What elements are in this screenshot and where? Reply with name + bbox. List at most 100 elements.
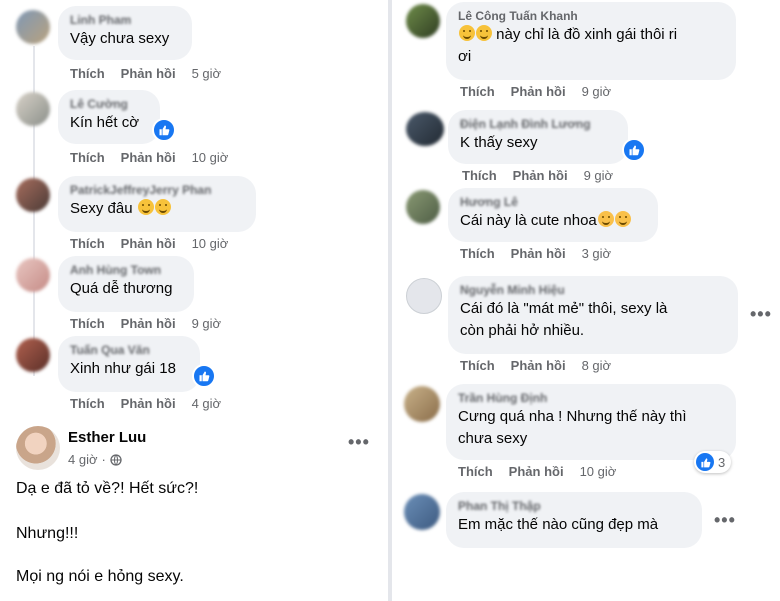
comment-time[interactable]: 4 giờ: [192, 396, 222, 411]
comment-time[interactable]: 10 giờ: [192, 236, 229, 251]
comment-bubble: Nguyễn Minh Hiệu Cái đó là "mát mẻ" thôi…: [448, 276, 738, 354]
reply-link[interactable]: Phản hồi: [121, 150, 176, 165]
globe-icon: [110, 453, 122, 466]
avatar[interactable]: [406, 4, 440, 38]
comment-actions: Thích Phản hồi 9 giờ: [460, 84, 627, 99]
like-link[interactable]: Thích: [462, 168, 497, 183]
comment-time[interactable]: 9 giờ: [584, 168, 614, 183]
post-text-line: Nhưng!!!: [16, 525, 79, 542]
comment-time[interactable]: 9 giờ: [192, 316, 222, 331]
comment-time[interactable]: 9 giờ: [582, 84, 612, 99]
like-link[interactable]: Thích: [458, 464, 493, 479]
comment-actions: Thích Phản hồi 10 giờ: [70, 150, 244, 165]
comment-text: này chỉ là đồ xinh gái thôi ri: [496, 26, 678, 43]
like-link[interactable]: Thích: [70, 66, 105, 81]
like-link[interactable]: Thích: [70, 396, 105, 411]
reaction-count[interactable]: 3: [694, 451, 732, 473]
like-link[interactable]: Thích: [70, 150, 105, 165]
reply-link[interactable]: Phản hồi: [121, 396, 176, 411]
reply-link[interactable]: Phản hồi: [511, 84, 566, 99]
commenter-name[interactable]: Nguyễn Minh Hiệu: [460, 282, 726, 298]
comment-text: Kín hết cờ: [70, 114, 140, 131]
reply-link[interactable]: Phản hồi: [511, 246, 566, 261]
post-meta: 4 giờ ·: [68, 452, 122, 467]
comment-actions: Thích Phản hồi 9 giờ: [70, 316, 237, 331]
commenter-name[interactable]: Hương Lê: [460, 194, 646, 210]
comment-text: Em mặc thế nào cũng đẹp mà: [458, 516, 659, 533]
comment-text: Quá dễ thương: [70, 280, 173, 297]
comment-text: Cái này là cute nhoa: [460, 212, 597, 229]
commenter-name[interactable]: Lê Công Tuấn Khanh: [458, 8, 724, 24]
comment-bubble: PatrickJeffreyJerry Phan Sexy đâu: [58, 176, 256, 232]
comment-actions: Thích Phản hồi 9 giờ: [462, 168, 629, 183]
comment-actions: Thích Phản hồi 4 giờ: [70, 396, 237, 411]
post-author-name[interactable]: Esther Luu: [68, 429, 146, 446]
blush-emoji-icon: [597, 211, 614, 227]
comment-actions: Thích Phản hồi 3 giờ: [460, 246, 627, 261]
avatar[interactable]: [16, 338, 50, 372]
comment-time[interactable]: 10 giờ: [580, 464, 617, 479]
like-reaction-icon[interactable]: [622, 138, 646, 162]
comment-text: Xinh như gái 18: [70, 360, 176, 377]
comment-time[interactable]: 10 giờ: [192, 150, 229, 165]
comment-text: Cưng quá nha ! Nhưng thế này thì: [458, 408, 687, 425]
reply-link[interactable]: Phản hồi: [511, 358, 566, 373]
commenter-name[interactable]: Anh Hùng Town: [70, 262, 182, 278]
like-link[interactable]: Thích: [460, 358, 495, 373]
commenter-name[interactable]: PatrickJeffreyJerry Phan: [70, 182, 244, 198]
like-link[interactable]: Thích: [460, 84, 495, 99]
comment-text: chưa sexy: [458, 430, 528, 447]
reply-link[interactable]: Phản hồi: [513, 168, 568, 183]
reply-link[interactable]: Phản hồi: [121, 66, 176, 81]
blush-emoji-icon: [614, 211, 631, 227]
comment-actions: Thích Phản hồi 10 giờ: [70, 236, 244, 251]
commenter-name[interactable]: Trần Hùng Định: [458, 390, 724, 406]
comment-text: K thấy sexy: [460, 134, 538, 151]
avatar[interactable]: [404, 494, 440, 530]
avatar[interactable]: [16, 178, 50, 212]
avatar[interactable]: [406, 112, 444, 146]
commenter-name[interactable]: Tuấn Qua Văn: [70, 342, 188, 358]
comment-bubble: Phan Thị Thập Em mặc thế nào cũng đẹp mà: [446, 492, 702, 548]
comment-text: ơi: [458, 48, 472, 65]
default-avatar-icon[interactable]: [406, 278, 442, 314]
like-link[interactable]: Thích: [460, 246, 495, 261]
avatar[interactable]: [406, 190, 440, 224]
commenter-name[interactable]: Linh Pham: [70, 12, 180, 28]
comment-bubble: Lê Công Tuấn Khanh này chỉ là đồ xinh gá…: [446, 2, 736, 80]
like-link[interactable]: Thích: [70, 236, 105, 251]
reply-link[interactable]: Phản hồi: [121, 316, 176, 331]
commenter-name[interactable]: Điện Lạnh Đình Lương: [460, 116, 616, 132]
avatar[interactable]: [16, 258, 50, 292]
more-options-icon[interactable]: •••: [714, 510, 736, 531]
thumbs-up-icon: [696, 453, 714, 471]
laughing-emoji-icon: [137, 199, 154, 215]
post-text-line: Mọi ng nói e hỏng sexy.: [16, 568, 184, 585]
comment-bubble: Lê Cường Kín hết cờ: [58, 90, 160, 144]
commenter-name[interactable]: Lê Cường: [70, 96, 148, 112]
more-options-icon[interactable]: •••: [750, 304, 772, 325]
comment-text: Sexy đâu: [70, 200, 133, 217]
reply-link[interactable]: Phản hồi: [121, 236, 176, 251]
post-time[interactable]: 4 giờ: [68, 452, 98, 467]
like-link[interactable]: Thích: [70, 316, 105, 331]
commenter-name[interactable]: Phan Thị Thập: [458, 498, 690, 514]
author-avatar[interactable]: [16, 426, 60, 470]
like-reaction-icon[interactable]: [192, 364, 216, 388]
more-options-icon[interactable]: •••: [348, 432, 370, 453]
comment-bubble: Anh Hùng Town Quá dễ thương: [58, 256, 194, 312]
avatar[interactable]: [16, 92, 50, 126]
comment-time[interactable]: 3 giờ: [582, 246, 612, 261]
grinning-emoji-icon: [476, 25, 492, 41]
comment-bubble: Hương Lê Cái này là cute nhoa: [448, 188, 658, 242]
comment-bubble: Linh Pham Vậy chưa sexy: [58, 6, 192, 60]
comment-text: còn phải hở nhiều.: [460, 322, 585, 339]
comment-time[interactable]: 8 giờ: [582, 358, 612, 373]
reply-link[interactable]: Phản hồi: [509, 464, 564, 479]
avatar[interactable]: [404, 386, 440, 422]
comment-text: Cái đó là "mát mẻ" thôi, sexy là: [460, 300, 668, 317]
avatar[interactable]: [16, 10, 50, 44]
like-reaction-icon[interactable]: [152, 118, 176, 142]
comment-time[interactable]: 5 giờ: [192, 66, 222, 81]
comment-bubble: Trần Hùng Định Cưng quá nha ! Nhưng thế …: [446, 384, 736, 460]
